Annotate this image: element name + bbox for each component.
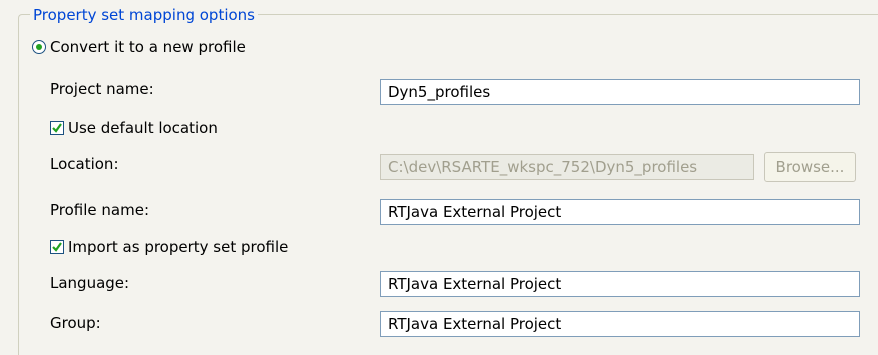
profile-name-label: Profile name: (50, 201, 150, 219)
property-set-mapping-group (18, 14, 878, 355)
group-title: Property set mapping options (30, 6, 258, 24)
use-default-location-checkbox[interactable]: Use default location (50, 119, 218, 137)
import-as-profile-checkbox[interactable]: Import as property set profile (50, 238, 288, 256)
import-as-profile-label: Import as property set profile (68, 238, 289, 256)
radio-selected-icon (32, 40, 46, 54)
checkmark-icon (50, 240, 64, 254)
language-label: Language: (50, 274, 130, 292)
use-default-location-label: Use default location (68, 119, 218, 137)
location-input: C:\dev\RSARTE_wkspc_752\Dyn5_profiles (380, 154, 754, 180)
location-label: Location: (50, 155, 119, 173)
checkmark-icon (50, 121, 64, 135)
project-name-label: Project name: (50, 80, 154, 98)
browse-button: Browse... (764, 152, 856, 182)
convert-to-new-profile-label: Convert it to a new profile (50, 38, 246, 56)
language-input[interactable]: RTJava External Project (380, 271, 860, 297)
profile-name-input[interactable]: RTJava External Project (380, 199, 860, 225)
convert-to-new-profile-radio[interactable]: Convert it to a new profile (32, 38, 246, 56)
project-name-input[interactable]: Dyn5_profiles (380, 79, 860, 105)
group-input[interactable]: RTJava External Project (380, 311, 860, 337)
group-label: Group: (50, 314, 101, 332)
